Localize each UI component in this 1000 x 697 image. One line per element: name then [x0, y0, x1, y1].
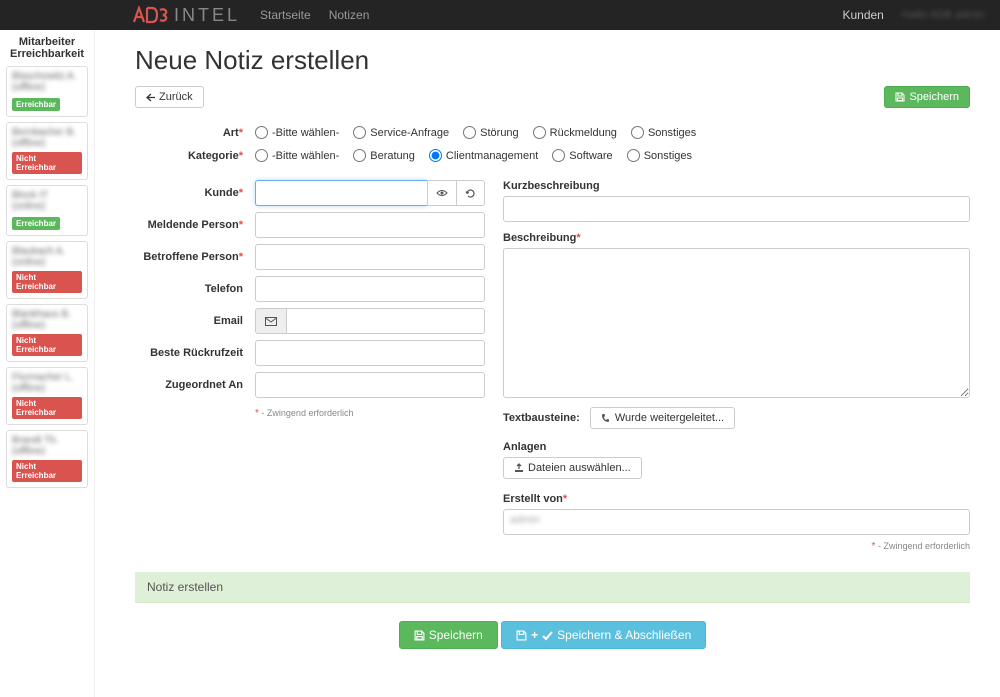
view-customer-button[interactable] — [427, 180, 456, 206]
art-radio[interactable] — [463, 126, 476, 139]
kategorie-radio[interactable] — [429, 149, 442, 162]
save-icon — [414, 630, 425, 641]
betroffene-person-input[interactable] — [255, 244, 485, 270]
art-option[interactable]: Rückmeldung — [533, 126, 617, 139]
employee-card[interactable]: Blaschowitz A. (offline) Erreichbar — [6, 66, 88, 117]
employee-name: Blaschowitz A. (offline) — [12, 71, 82, 93]
meldende-person-input[interactable] — [255, 212, 485, 238]
textbausteine-label: Textbausteine: — [503, 412, 580, 424]
nav-link-notizen[interactable]: Notizen — [329, 8, 370, 22]
kategorie-radio[interactable] — [353, 149, 366, 162]
kurzbeschreibung-label: Kurzbeschreibung — [503, 180, 970, 192]
anlagen-label: Anlagen — [503, 441, 970, 453]
employee-name: Flurmacher L. (offline) — [12, 372, 82, 394]
email-input[interactable] — [286, 308, 485, 334]
art-radio[interactable] — [255, 126, 268, 139]
art-radio[interactable] — [353, 126, 366, 139]
kunde-input[interactable] — [255, 180, 427, 206]
nav-link-kunden[interactable]: Kunden — [842, 8, 883, 22]
status-badge: Nicht Erreichbar — [12, 271, 82, 293]
kategorie-option[interactable]: Clientmanagement — [429, 149, 538, 162]
employee-name: Brandt Th. (offline) — [12, 435, 82, 457]
kategorie-option[interactable]: Beratung — [353, 149, 415, 162]
status-badge: Nicht Erreichbar — [12, 152, 82, 174]
employee-name: Bernbacher B. (offline) — [12, 127, 82, 149]
file-select-button[interactable]: Dateien auswählen... — [503, 457, 642, 479]
brand-logo-icon — [132, 6, 170, 24]
kategorie-radio[interactable] — [552, 149, 565, 162]
save-and-close-button[interactable]: + Speichern & Abschließen — [501, 621, 706, 649]
email-icon-addon — [255, 308, 286, 334]
refresh-icon — [465, 188, 476, 199]
textbaustein-button[interactable]: Wurde weitergeleitet... — [590, 407, 735, 429]
main-content: Neue Notiz erstellen Zurück Speichern Ar… — [95, 30, 1000, 697]
nav-user-label: Hallo ADB admin — [902, 9, 985, 21]
status-badge: Erreichbar — [12, 217, 60, 230]
top-navbar: INTEL Startseite Notizen Kunden Hallo AD… — [0, 0, 1000, 30]
kategorie-radio-group: -Bitte wählen- Beratung Clientmanagement So… — [255, 149, 970, 162]
footer-status-bar: Notiz erstellen — [135, 572, 970, 603]
art-option[interactable]: -Bitte wählen- — [255, 126, 339, 139]
check-icon — [542, 630, 553, 641]
employee-card[interactable]: Bernbacher B. (offline) Nicht Erreichbar — [6, 122, 88, 180]
employee-card[interactable]: Brandt Th. (offline) Nicht Erreichbar — [6, 430, 88, 488]
save-icon — [895, 92, 905, 102]
phone-icon — [601, 413, 611, 423]
save-button-top[interactable]: Speichern — [884, 86, 970, 108]
kategorie-radio[interactable] — [627, 149, 640, 162]
kategorie-radio[interactable] — [255, 149, 268, 162]
status-badge: Erreichbar — [12, 98, 60, 111]
art-option[interactable]: Sonstiges — [631, 126, 696, 139]
zugeordnet-input[interactable] — [255, 372, 485, 398]
status-badge: Nicht Erreichbar — [12, 460, 82, 482]
erstellt-von-field: admin — [503, 509, 970, 535]
nav-link-startseite[interactable]: Startseite — [260, 8, 311, 22]
eye-icon — [436, 188, 448, 198]
art-option[interactable]: Service-Anfrage — [353, 126, 449, 139]
upload-icon — [514, 463, 524, 473]
kategorie-option[interactable]: -Bitte wählen- — [255, 149, 339, 162]
status-badge: Nicht Erreichbar — [12, 397, 82, 419]
refresh-customer-button[interactable] — [456, 180, 485, 206]
logo-block: INTEL — [0, 5, 250, 26]
art-radio[interactable] — [533, 126, 546, 139]
status-badge: Nicht Erreichbar — [12, 334, 82, 356]
kurzbeschreibung-input[interactable] — [503, 196, 970, 222]
erstellt-von-label: Erstellt von* — [503, 493, 970, 505]
telefon-input[interactable] — [255, 276, 485, 302]
beschreibung-textarea[interactable] — [503, 248, 970, 398]
save-icon — [516, 630, 527, 641]
employee-card[interactable]: Blankhaus B. (offline) Nicht Erreichbar — [6, 304, 88, 362]
arrow-left-icon — [146, 93, 155, 102]
employee-name: Block IT (online) — [12, 190, 82, 212]
kategorie-option[interactable]: Sonstiges — [627, 149, 692, 162]
art-option[interactable]: Störung — [463, 126, 519, 139]
employee-card[interactable]: Blaubach A. (online) Nicht Erreichbar — [6, 241, 88, 299]
employee-card[interactable]: Block IT (online) Erreichbar — [6, 185, 88, 236]
employee-name: Blankhaus B. (offline) — [12, 309, 82, 331]
art-radio-group: -Bitte wählen- Service-Anfrage Störung Rück… — [255, 126, 970, 139]
employee-card[interactable]: Flurmacher L. (offline) Nicht Erreichbar — [6, 367, 88, 425]
art-radio[interactable] — [631, 126, 644, 139]
save-button-bottom[interactable]: Speichern — [399, 621, 498, 649]
brand-text: INTEL — [174, 5, 240, 26]
beschreibung-label: Beschreibung* — [503, 232, 970, 244]
employee-sidebar: MitarbeiterErreichbarkeit Blaschowitz A.… — [0, 30, 95, 697]
page-title: Neue Notiz erstellen — [135, 45, 970, 76]
back-button[interactable]: Zurück — [135, 86, 204, 108]
employee-name: Blaubach A. (online) — [12, 246, 82, 268]
sidebar-title: MitarbeiterErreichbarkeit — [6, 36, 88, 60]
rueckruf-input[interactable] — [255, 340, 485, 366]
kategorie-option[interactable]: Software — [552, 149, 612, 162]
envelope-icon — [265, 317, 277, 326]
